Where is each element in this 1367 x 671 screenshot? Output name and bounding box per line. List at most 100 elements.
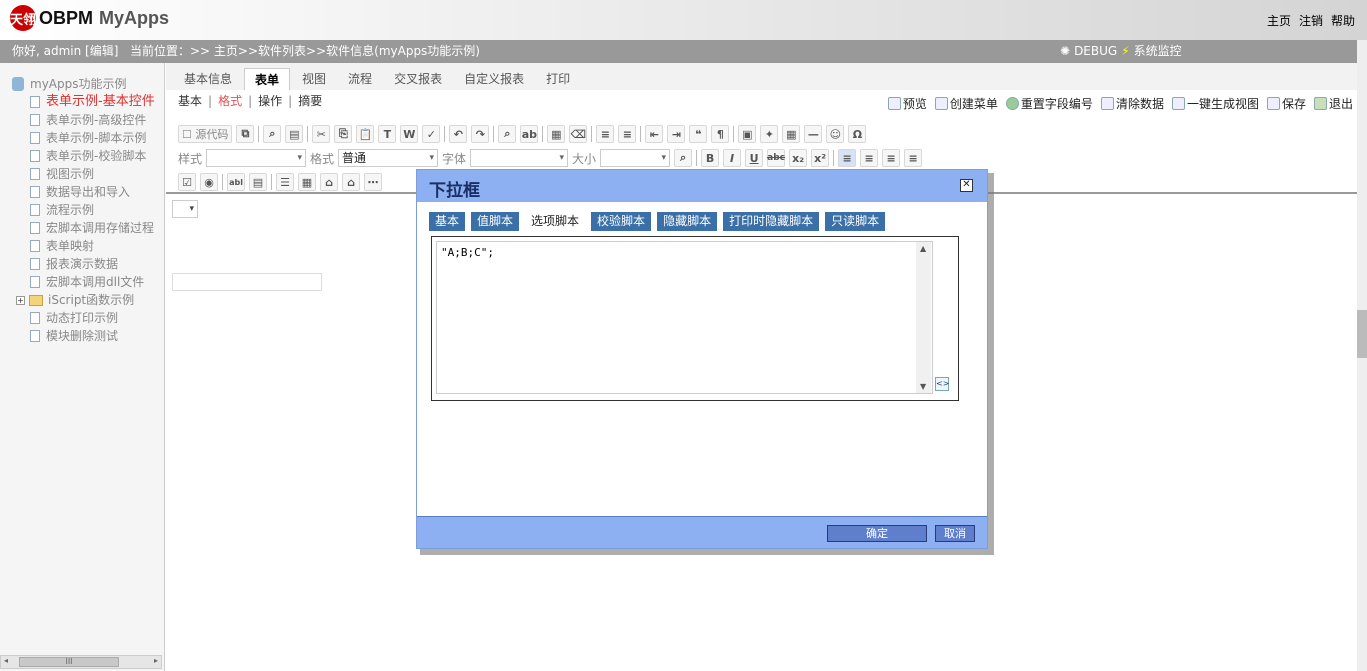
superscript-icon[interactable]: x² (811, 149, 830, 167)
flash-icon[interactable]: ✦ (760, 125, 779, 143)
style-select[interactable] (206, 149, 307, 167)
font-select[interactable] (470, 149, 569, 167)
page-scroll-thumb[interactable] (1357, 310, 1367, 358)
textfield-control-icon[interactable]: abl (227, 173, 245, 191)
department-control-icon[interactable]: ⌂ (320, 173, 338, 191)
tab-flow[interactable]: 流程 (338, 68, 382, 90)
table-icon[interactable]: ▦ (782, 125, 801, 143)
align-left-icon[interactable]: ≡ (838, 149, 857, 167)
close-icon[interactable]: ✕ (960, 179, 973, 192)
cancel-button[interactable]: 取消 (935, 525, 975, 542)
find-icon[interactable]: ⌕ (498, 125, 517, 143)
form-text-input[interactable] (172, 273, 322, 291)
preview-button[interactable]: 预览 (887, 95, 927, 112)
sidebar-hscrollbar[interactable]: ◂ III ▸ (0, 655, 162, 669)
template-icon[interactable]: ▤ (285, 125, 304, 143)
textarea-control-icon[interactable]: ▤ (249, 173, 267, 191)
help-link[interactable]: 帮助 (1331, 12, 1355, 29)
source-code-button[interactable]: ☐ 源代码 (178, 125, 233, 143)
bold-icon[interactable]: B (701, 149, 720, 167)
paste-text-icon[interactable]: T (378, 125, 397, 143)
dialog-tab-print-hide-script[interactable]: 打印时隐藏脚本 (723, 212, 820, 231)
tree-item[interactable]: 模块删除测试 (12, 327, 164, 345)
dialog-tab-value-script[interactable]: 值脚本 (471, 212, 520, 231)
checkbox-control-icon[interactable]: ☑ (178, 173, 196, 191)
logout-link[interactable]: 注销 (1299, 12, 1323, 29)
bullet-list-icon[interactable]: ≡ (618, 125, 637, 143)
dialog-tab-option-script[interactable]: 选项脚本 (525, 212, 586, 231)
tree-item[interactable]: 表单映射 (12, 237, 164, 255)
tab-basic-info[interactable]: 基本信息 (174, 68, 242, 90)
expand-editor-icon[interactable]: <> (935, 377, 949, 391)
align-center-icon[interactable]: ≡ (860, 149, 879, 167)
indent-icon[interactable]: ⇥ (667, 125, 686, 143)
script-editor[interactable]: "A;B;C"; (436, 241, 933, 394)
calendar-control-icon[interactable]: ▦ (298, 173, 316, 191)
tree-item[interactable]: 报表演示数据 (12, 255, 164, 273)
radio-control-icon[interactable]: ◉ (200, 173, 218, 191)
scroll-right-icon[interactable]: ▸ (154, 656, 158, 665)
image-icon[interactable]: ▣ (738, 125, 757, 143)
paste-icon[interactable]: 📋 (356, 125, 375, 143)
create-menu-button[interactable]: 创建菜单 (934, 95, 998, 112)
spellcheck-icon[interactable]: ✓ (422, 125, 441, 143)
special-char-icon[interactable]: Ω (848, 125, 867, 143)
home-link[interactable]: 主页 (1267, 12, 1291, 29)
system-monitor-link[interactable]: 系统监控 (1134, 40, 1182, 63)
reset-field-number-button[interactable]: 重置字段编号 (1005, 95, 1093, 112)
underline-icon[interactable]: U (745, 149, 764, 167)
subtab-format[interactable]: 格式 (218, 93, 242, 109)
save-button[interactable]: 保存 (1266, 95, 1306, 112)
format-select[interactable]: 普通 (338, 149, 439, 167)
paste-word-icon[interactable]: W (400, 125, 419, 143)
clear-data-button[interactable]: 清除数据 (1100, 95, 1164, 112)
user-greeting[interactable]: 你好, admin [编辑] (12, 40, 118, 63)
replace-icon[interactable]: ab (520, 125, 539, 143)
tab-custom-report[interactable]: 自定义报表 (454, 68, 534, 90)
undo-icon[interactable]: ↶ (449, 125, 468, 143)
subscript-icon[interactable]: x₂ (789, 149, 808, 167)
scroll-up-icon[interactable]: ▲ (920, 244, 926, 253)
maximize-icon[interactable]: ⌕ (674, 149, 693, 167)
align-justify-icon[interactable]: ≡ (904, 149, 923, 167)
script-scrollbar[interactable]: ▲ ▼ (916, 242, 931, 393)
page-scrollbar[interactable] (1357, 40, 1367, 671)
sidebar-hscroll-thumb[interactable]: III (19, 657, 119, 667)
dialog-tab-basic[interactable]: 基本 (429, 212, 466, 231)
eraser-icon[interactable]: ⌫ (569, 125, 588, 143)
tree-item[interactable]: 表单示例-校验脚本 (12, 147, 164, 165)
dialog-tab-hide-script[interactable]: 隐藏脚本 (657, 212, 718, 231)
tree-item[interactable]: 动态打印示例 (12, 309, 164, 327)
copy-icon[interactable]: ⎘ (334, 125, 353, 143)
dialog-tab-readonly-script[interactable]: 只读脚本 (825, 212, 886, 231)
tree-item[interactable]: 宏脚本调用dll文件 (12, 273, 164, 291)
cut-icon[interactable]: ✂ (312, 125, 331, 143)
tab-print[interactable]: 打印 (536, 68, 580, 90)
dialog-titlebar[interactable]: 下拉框 ✕ (417, 170, 987, 202)
exit-button[interactable]: 退出 (1313, 95, 1353, 112)
size-select[interactable] (600, 149, 671, 167)
generate-view-button[interactable]: 一键生成视图 (1171, 95, 1259, 112)
tree-folder[interactable]: + iScript函数示例 (12, 291, 164, 309)
tree-item[interactable]: 表单示例-高级控件 (12, 111, 164, 129)
tree-root[interactable]: myApps功能示例 (12, 75, 164, 93)
scroll-down-icon[interactable]: ▼ (920, 382, 926, 391)
tree-item[interactable]: 宏脚本调用存储过程 (12, 219, 164, 237)
expand-plus-icon[interactable]: + (16, 295, 25, 305)
outdent-icon[interactable]: ⇤ (645, 125, 664, 143)
tab-view[interactable]: 视图 (292, 68, 336, 90)
ok-button[interactable]: 确定 (827, 525, 927, 542)
strikethrough-icon[interactable]: abc (767, 149, 786, 167)
tab-form[interactable]: 表单 (244, 68, 291, 90)
dialog-tab-validate-script[interactable]: 校验脚本 (591, 212, 652, 231)
numbered-list-icon[interactable]: ≡ (596, 125, 615, 143)
subtab-summary[interactable]: 摘要 (298, 93, 322, 109)
italic-icon[interactable]: I (723, 149, 742, 167)
scroll-left-icon[interactable]: ◂ (4, 656, 8, 665)
tree-item[interactable]: 表单示例-基本控件 (12, 93, 164, 111)
align-right-icon[interactable]: ≡ (882, 149, 901, 167)
copy-doc-icon[interactable]: ⧉ (236, 125, 255, 143)
horizontal-rule-icon[interactable]: — (804, 125, 823, 143)
tree-item[interactable]: 流程示例 (12, 201, 164, 219)
building-control-icon[interactable]: ⌂ (342, 173, 360, 191)
